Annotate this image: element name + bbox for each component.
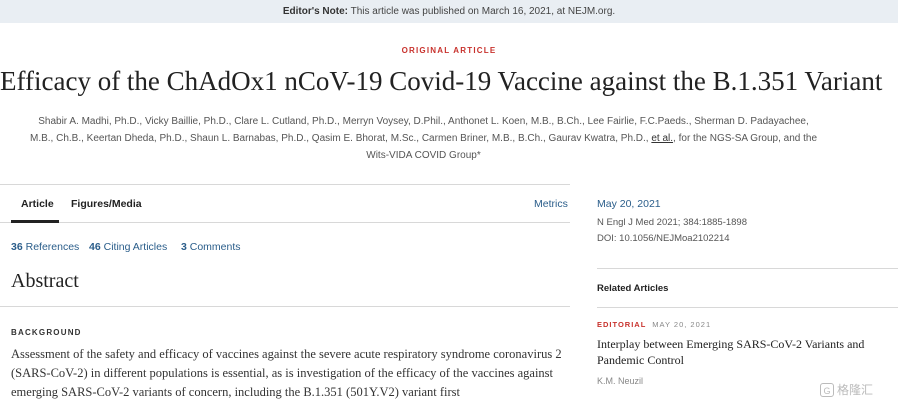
- et-al-link[interactable]: et al.: [651, 133, 673, 144]
- divider-top: [0, 184, 570, 185]
- related-article-author: K.M. Neuzil: [597, 376, 644, 386]
- author-line-2-end: , for the NGS-SA Group, and the: [673, 133, 818, 144]
- article-title: Efficacy of the ChAdOx1 nCoV-19 Covid-19…: [0, 66, 883, 96]
- abstract-background-text: Assessment of the safety and efficacy of…: [11, 347, 562, 399]
- divider-sidebar-2: [597, 307, 898, 308]
- author-line-1: Shabir A. Madhi, Ph.D., Vicky Baillie, P…: [38, 116, 809, 127]
- author-line-3: Wits-VIDA COVID Group*: [366, 150, 481, 161]
- doi: DOI: 10.1056/NEJMoa2102214: [597, 233, 730, 244]
- tab-figures-media[interactable]: Figures/Media: [71, 198, 142, 210]
- editors-note-text: This article was published on March 16, …: [347, 6, 616, 17]
- citing-articles-link[interactable]: 46 Citing Articles: [89, 241, 167, 253]
- comments-label: Comments: [186, 241, 241, 253]
- author-line-2-text: M.B., Ch.B., Keertan Dheda, Ph.D., Shaun…: [29, 133, 652, 144]
- citing-count: 46: [89, 241, 101, 253]
- article-type-kicker: ORIGINAL ARTICLE: [401, 46, 497, 55]
- citing-label: Citing Articles: [100, 241, 168, 253]
- journal-citation: N Engl J Med 2021; 384:1885-1898: [597, 217, 747, 228]
- watermark: G 格隆汇: [820, 381, 873, 398]
- references-label: References: [22, 241, 80, 253]
- watermark-logo-icon: G: [820, 382, 834, 397]
- related-article-type: EDITORIAL: [597, 320, 647, 329]
- background-heading: BACKGROUND: [11, 328, 82, 337]
- watermark-text: 格隆汇: [837, 383, 874, 397]
- divider-tabs: [0, 222, 570, 223]
- related-article-date: MAY 20, 2021: [652, 320, 712, 329]
- editors-note-bar: Editor's Note: This article was publishe…: [0, 0, 898, 23]
- author-line-2: M.B., Ch.B., Keertan Dheda, Ph.D., Shaun…: [6, 130, 841, 147]
- tab-metrics[interactable]: Metrics: [534, 198, 568, 210]
- publication-date: May 20, 2021: [597, 198, 661, 210]
- related-article-meta: EDITORIAL MAY 20, 2021: [597, 320, 711, 329]
- tab-article-active-indicator: [11, 220, 59, 223]
- divider-sidebar-1: [597, 268, 898, 269]
- editors-note-label: Editor's Note:: [282, 6, 348, 17]
- related-articles-heading: Related Articles: [597, 283, 669, 294]
- references-link[interactable]: 36 References: [11, 241, 79, 253]
- related-article-title-link[interactable]: Interplay between Emerging SARS-CoV-2 Va…: [597, 336, 887, 368]
- abstract-heading: Abstract: [11, 270, 79, 292]
- tab-article[interactable]: Article: [21, 198, 54, 210]
- author-list: Shabir A. Madhi, Ph.D., Vicky Baillie, P…: [6, 113, 841, 164]
- comments-link[interactable]: 3 Comments: [181, 241, 241, 253]
- divider-abstract: [0, 306, 570, 307]
- references-count: 36: [11, 241, 23, 253]
- citation-info: N Engl J Med 2021; 384:1885-1898 DOI: 10…: [597, 215, 747, 247]
